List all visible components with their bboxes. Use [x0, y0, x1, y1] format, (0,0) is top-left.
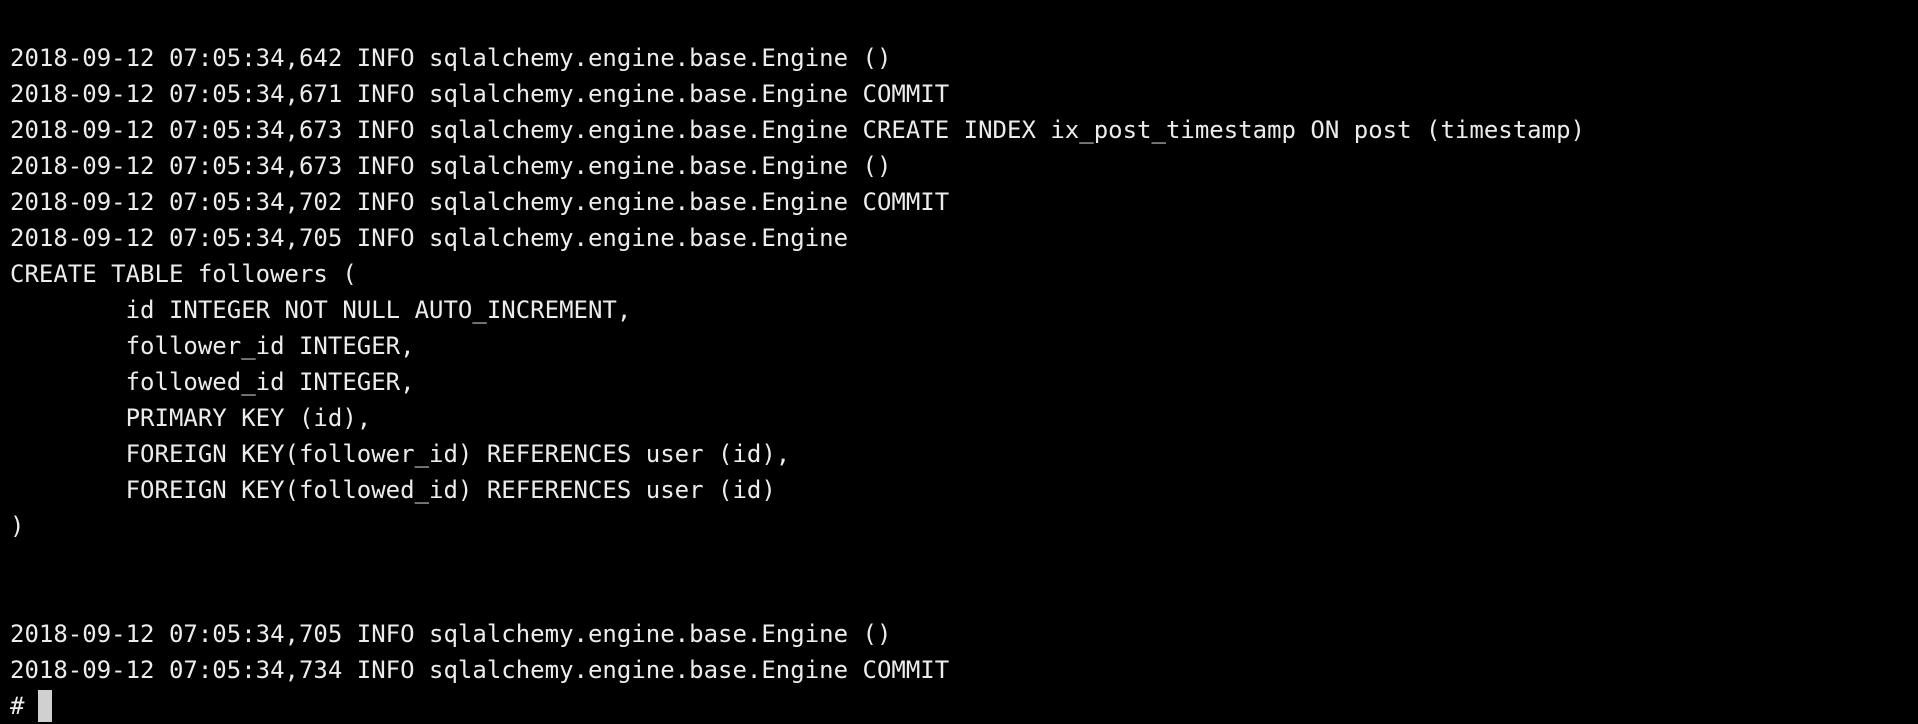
log-line: 2018-09-12 07:05:34,642 INFO sqlalchemy.… [10, 44, 892, 72]
prompt-line[interactable]: # [10, 688, 1908, 724]
log-line: 2018-09-12 07:05:34,671 INFO sqlalchemy.… [10, 80, 950, 108]
sql-line: ) [10, 512, 25, 540]
text-cursor [38, 690, 53, 722]
sql-line: follower_id INTEGER, [10, 332, 415, 360]
log-line: 2018-09-12 07:05:34,734 INFO sqlalchemy.… [10, 656, 950, 684]
log-line: 2018-09-12 07:05:34,673 INFO sqlalchemy.… [10, 116, 1585, 144]
sql-line: FOREIGN KEY(followed_id) REFERENCES user… [10, 476, 776, 504]
sql-line: CREATE TABLE followers ( [10, 260, 357, 288]
sql-line: id INTEGER NOT NULL AUTO_INCREMENT, [10, 296, 632, 324]
log-line: 2018-09-12 07:05:34,673 INFO sqlalchemy.… [10, 152, 892, 180]
sql-line: followed_id INTEGER, [10, 368, 415, 396]
log-line: 2018-09-12 07:05:34,705 INFO sqlalchemy.… [10, 224, 849, 252]
terminal-output: 2018-09-12 07:05:34,642 INFO sqlalchemy.… [10, 40, 1908, 722]
shell-prompt: # [10, 692, 25, 720]
sql-line: PRIMARY KEY (id), [10, 404, 372, 432]
sql-line: FOREIGN KEY(follower_id) REFERENCES user… [10, 440, 791, 468]
log-line: 2018-09-12 07:05:34,702 INFO sqlalchemy.… [10, 188, 950, 216]
log-line: 2018-09-12 07:05:34,705 INFO sqlalchemy.… [10, 620, 892, 648]
